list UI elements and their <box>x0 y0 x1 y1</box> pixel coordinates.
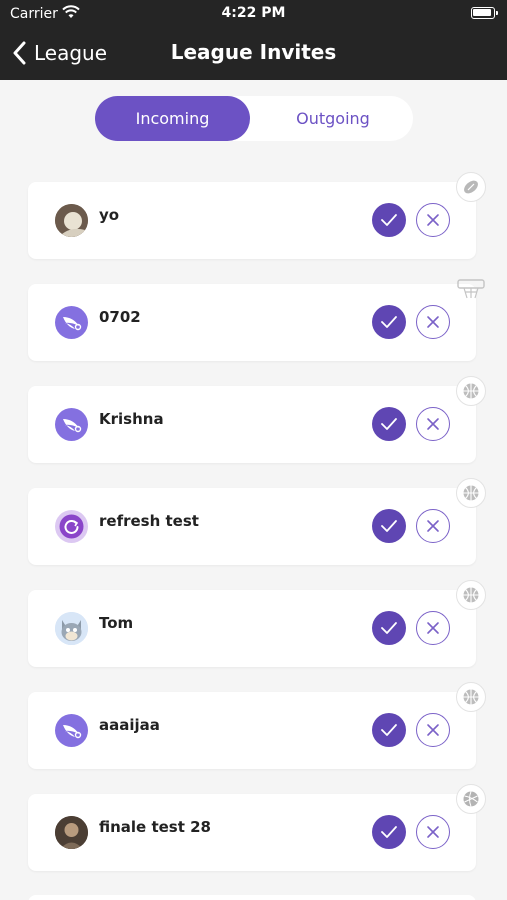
check-icon <box>381 418 397 430</box>
close-icon <box>427 520 439 532</box>
basketball-icon <box>456 478 486 508</box>
decline-button[interactable] <box>416 611 450 645</box>
invite-card: Tom <box>28 580 486 667</box>
photo-avatar-image <box>55 204 88 237</box>
accept-button[interactable] <box>372 815 406 849</box>
wing-avatar <box>55 306 88 339</box>
invite-name: 0702 <box>99 308 141 326</box>
check-icon <box>381 724 397 736</box>
invite-card: finale test 28 <box>28 784 486 871</box>
invite-card-partial <box>28 895 476 900</box>
check-icon <box>381 520 397 532</box>
accept-button[interactable] <box>372 305 406 339</box>
close-icon <box>427 418 439 430</box>
decline-button[interactable] <box>416 713 450 747</box>
invite-card: refresh test <box>28 478 486 565</box>
cartoon-avatar <box>55 612 88 645</box>
wing-avatar <box>55 408 88 441</box>
accept-button[interactable] <box>372 509 406 543</box>
invite-name: finale test 28 <box>99 818 211 836</box>
basketball-hoop-icon <box>456 274 486 304</box>
close-icon <box>427 622 439 634</box>
close-icon <box>427 316 439 328</box>
check-icon <box>381 622 397 634</box>
basketball-icon <box>456 376 486 406</box>
invite-card: Krishna <box>28 376 486 463</box>
accept-button[interactable] <box>372 713 406 747</box>
decline-button[interactable] <box>416 815 450 849</box>
photo-avatar <box>55 816 88 849</box>
basketball-icon <box>456 580 486 610</box>
accept-button[interactable] <box>372 203 406 237</box>
invite-name: aaaijaa <box>99 716 160 734</box>
accept-button[interactable] <box>372 407 406 441</box>
wing-avatar <box>55 714 88 747</box>
decline-button[interactable] <box>416 305 450 339</box>
invite-card: aaaijaa <box>28 682 486 769</box>
check-icon <box>381 826 397 838</box>
photo-avatar <box>55 204 88 237</box>
close-icon <box>427 214 439 226</box>
invite-card: 0702 <box>28 279 485 361</box>
volleyball-icon <box>456 784 486 814</box>
accept-button[interactable] <box>372 611 406 645</box>
invite-name: refresh test <box>99 512 199 530</box>
refresh-avatar <box>55 510 88 543</box>
decline-button[interactable] <box>416 509 450 543</box>
football-icon <box>456 172 486 202</box>
decline-button[interactable] <box>416 407 450 441</box>
close-icon <box>427 724 439 736</box>
invite-name: yo <box>99 206 120 224</box>
check-icon <box>381 316 397 328</box>
invite-card: yo <box>28 172 486 259</box>
invite-list: yo 0702 Krishna refresh test Tom aaaijaa… <box>0 0 507 900</box>
basketball-icon <box>456 682 486 712</box>
decline-button[interactable] <box>416 203 450 237</box>
close-icon <box>427 826 439 838</box>
invite-name: Tom <box>99 614 134 632</box>
invite-name: Krishna <box>99 410 164 428</box>
check-icon <box>381 214 397 226</box>
